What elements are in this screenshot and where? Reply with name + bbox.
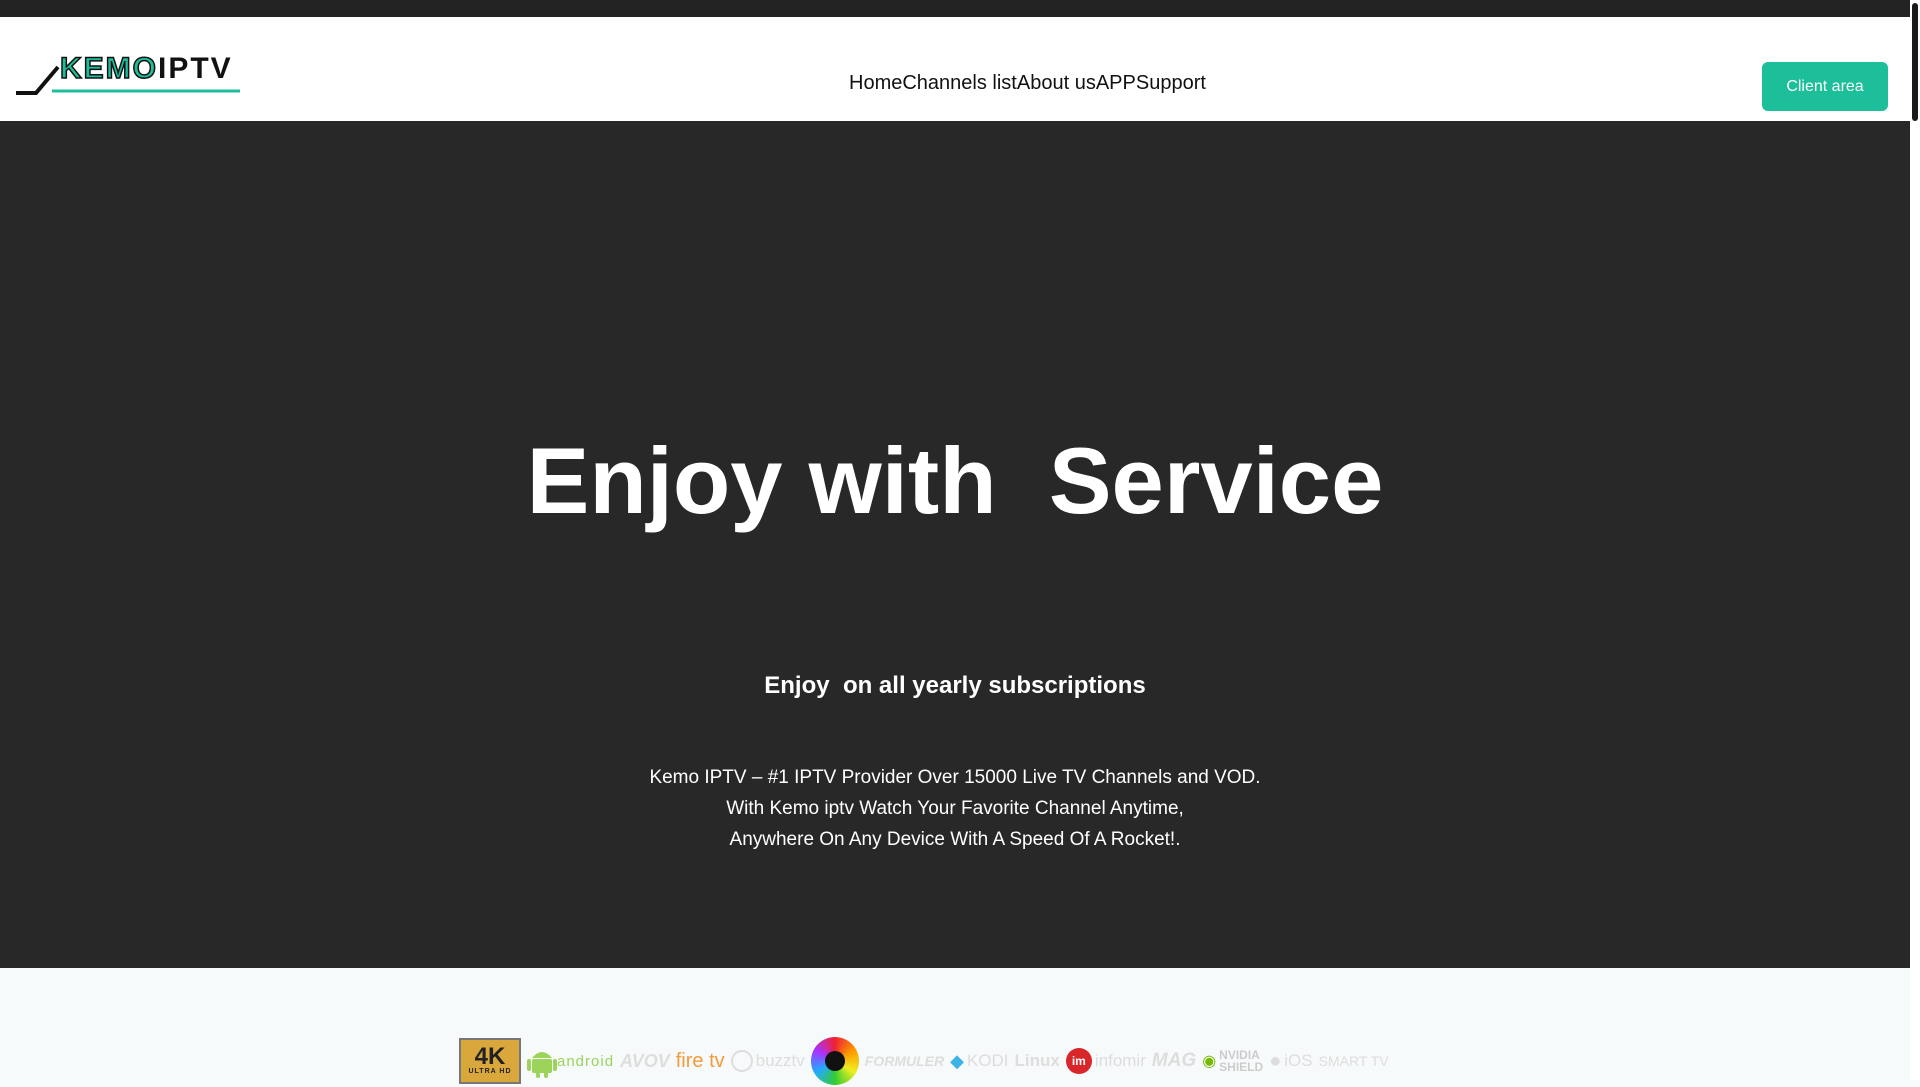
- logo-kemo-text: KEMO: [59, 51, 158, 86]
- ios-label: iOS: [1284, 1051, 1313, 1070]
- infomir-logo: im infomir: [1065, 1048, 1146, 1074]
- shield-label: SHIELD: [1219, 1060, 1264, 1074]
- mag-logo: MAG: [1151, 1050, 1197, 1071]
- kodi-logo: ◆ KODI: [950, 1051, 1008, 1072]
- nav-about-us[interactable]: About us: [1017, 71, 1096, 95]
- color-wheel-logo-icon: [810, 1037, 859, 1085]
- site-header: KEMOIPTV Home Channels list About us APP…: [0, 17, 1910, 121]
- scrollbar-thumb[interactable]: [1912, 3, 1918, 121]
- 4k-ultra-hd-logo: 4K ULTRA HD: [459, 1038, 521, 1084]
- nvidia-shield-logo: ◉ NVIDIA SHIELD: [1202, 1049, 1263, 1073]
- firetv-logo: fire tv: [675, 1049, 725, 1072]
- supported-devices-strip: 4K ULTRA HD android AVOV fire tv buzztv …: [459, 1035, 1389, 1087]
- buzztv-icon: [730, 1050, 753, 1072]
- kemo-iptv-logo[interactable]: KEMOIPTV: [14, 47, 244, 99]
- buzztv-logo: buzztv: [730, 1050, 805, 1072]
- hero-title: Enjoy with Service: [526, 428, 1384, 533]
- hero-description-line: Kemo IPTV – #1 IPTV Provider Over 15000 …: [649, 767, 1261, 788]
- kodi-icon: ◆: [950, 1050, 964, 1071]
- ios-logo: ● iOS: [1269, 1050, 1312, 1073]
- nav-home[interactable]: Home: [849, 71, 902, 95]
- kodi-label: KODI: [966, 1051, 1009, 1070]
- nav-app[interactable]: APP: [1096, 71, 1136, 95]
- hero-section: Enjoy with Service Enjoy on all yearly s…: [0, 121, 1910, 1085]
- nav-channels-list[interactable]: Channels list: [902, 71, 1017, 95]
- hero-description-line: Anywhere On Any Device With A Speed Of A…: [729, 829, 1181, 850]
- formuler-logo: FORMULER: [864, 1053, 945, 1069]
- buzztv-label: buzztv: [755, 1051, 805, 1070]
- main-nav: Home Channels list About us APP Support: [849, 71, 1206, 95]
- hero-subtitle: Enjoy on all yearly subscriptions: [764, 672, 1146, 699]
- top-strip: [0, 0, 1920, 17]
- hero-description: Kemo IPTV – #1 IPTV Provider Over 15000 …: [0, 762, 1910, 855]
- apple-icon: ●: [1269, 1049, 1282, 1072]
- nav-support[interactable]: Support: [1136, 71, 1206, 95]
- logo-text: KEMOIPTV: [59, 51, 233, 87]
- page-scrollbar[interactable]: [1910, 0, 1920, 1080]
- infomir-label: infomir: [1094, 1051, 1146, 1070]
- android-robot-icon: [527, 1052, 557, 1078]
- android-logo: android: [527, 1044, 614, 1078]
- linux-logo: Linux: [1014, 1051, 1060, 1070]
- smart-tv-logo: SMART TV: [1318, 1053, 1389, 1069]
- nvidia-shield-text: NVIDIA SHIELD: [1219, 1049, 1263, 1073]
- logo-iptv-text: IPTV: [158, 52, 233, 85]
- avov-logo: AVOV: [620, 1050, 670, 1071]
- android-label: android: [557, 1052, 615, 1070]
- client-area-button[interactable]: Client area: [1762, 62, 1888, 111]
- ultra-hd-label: ULTRA HD: [468, 1068, 512, 1075]
- 4k-label: 4K: [474, 1043, 506, 1070]
- nvidia-eye-icon: ◉: [1202, 1053, 1217, 1070]
- infomir-im-icon: im: [1065, 1048, 1092, 1074]
- hero-description-line: With Kemo iptv Watch Your Favorite Chann…: [726, 798, 1184, 819]
